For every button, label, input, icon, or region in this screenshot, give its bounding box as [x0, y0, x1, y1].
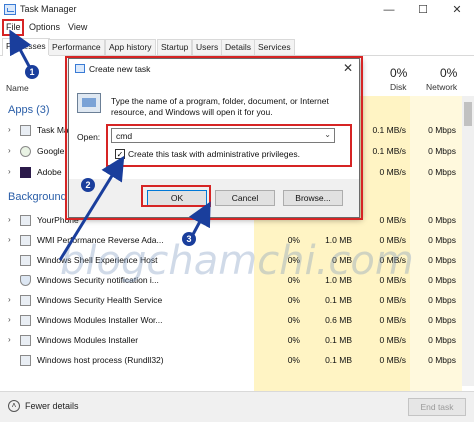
step-badge-2: 2 — [81, 178, 95, 192]
annotation-arrows — [9, 29, 211, 261]
step-badge-1: 1 — [25, 65, 39, 79]
step-badge-3: 3 — [182, 232, 196, 246]
arrow-to-file-menu — [9, 29, 32, 69]
